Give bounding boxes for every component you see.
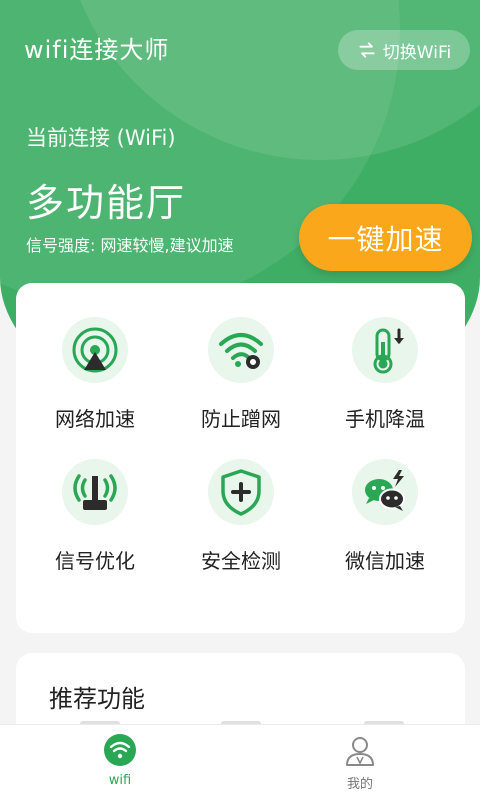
switch-wifi-label: 切换WiFi	[382, 42, 452, 63]
feature-label: 安全检测	[201, 549, 281, 573]
recommend-title: 推荐功能	[49, 685, 145, 713]
current-ssid: 多功能厅	[26, 181, 187, 225]
signal-strength-text: 信号强度: 网速较慢,建议加速	[26, 236, 234, 255]
feature-security-check[interactable]: 安全检测	[166, 459, 316, 579]
feature-card: 网络加速 防止蹭网 手机降温 信号优化 安全检测 微信加速	[16, 283, 465, 633]
app-title: wifi连接大师	[24, 36, 170, 64]
user-icon	[346, 737, 374, 766]
bottom-tab-bar: wifi 我的	[0, 724, 480, 800]
tab-mine-label: 我的	[346, 777, 373, 792]
switch-wifi-button[interactable]: 切换WiFi	[338, 30, 470, 70]
swap-icon	[359, 42, 375, 58]
feature-wechat-boost[interactable]: 微信加速	[310, 459, 460, 579]
shield-plus-icon	[221, 469, 261, 516]
feature-cool-down[interactable]: 手机降温	[310, 317, 460, 437]
thermometer-icon	[373, 328, 404, 374]
feature-label: 网络加速	[55, 407, 135, 431]
wifi-lock-icon	[219, 333, 263, 369]
connection-label: 当前连接 (WiFi)	[26, 126, 176, 150]
feature-label: 手机降温	[345, 407, 425, 431]
feature-label: 微信加速	[345, 549, 425, 573]
tab-mine[interactable]: 我的	[300, 733, 420, 797]
feature-signal-optimize[interactable]: 信号优化	[20, 459, 170, 579]
signal-tower-icon	[73, 474, 117, 510]
wechat-icon	[365, 470, 405, 511]
feature-anti-leech[interactable]: 防止蹭网	[166, 317, 316, 437]
tab-wifi[interactable]: wifi	[60, 733, 180, 797]
feature-network-boost[interactable]: 网络加速	[20, 317, 170, 437]
feature-label: 防止蹭网	[201, 407, 281, 431]
one-key-boost-button[interactable]: 一键加速	[299, 204, 472, 271]
wifi-icon	[104, 734, 136, 766]
tab-wifi-label: wifi	[108, 773, 132, 788]
network-boost-icon	[72, 327, 118, 373]
feature-label: 信号优化	[55, 549, 135, 573]
